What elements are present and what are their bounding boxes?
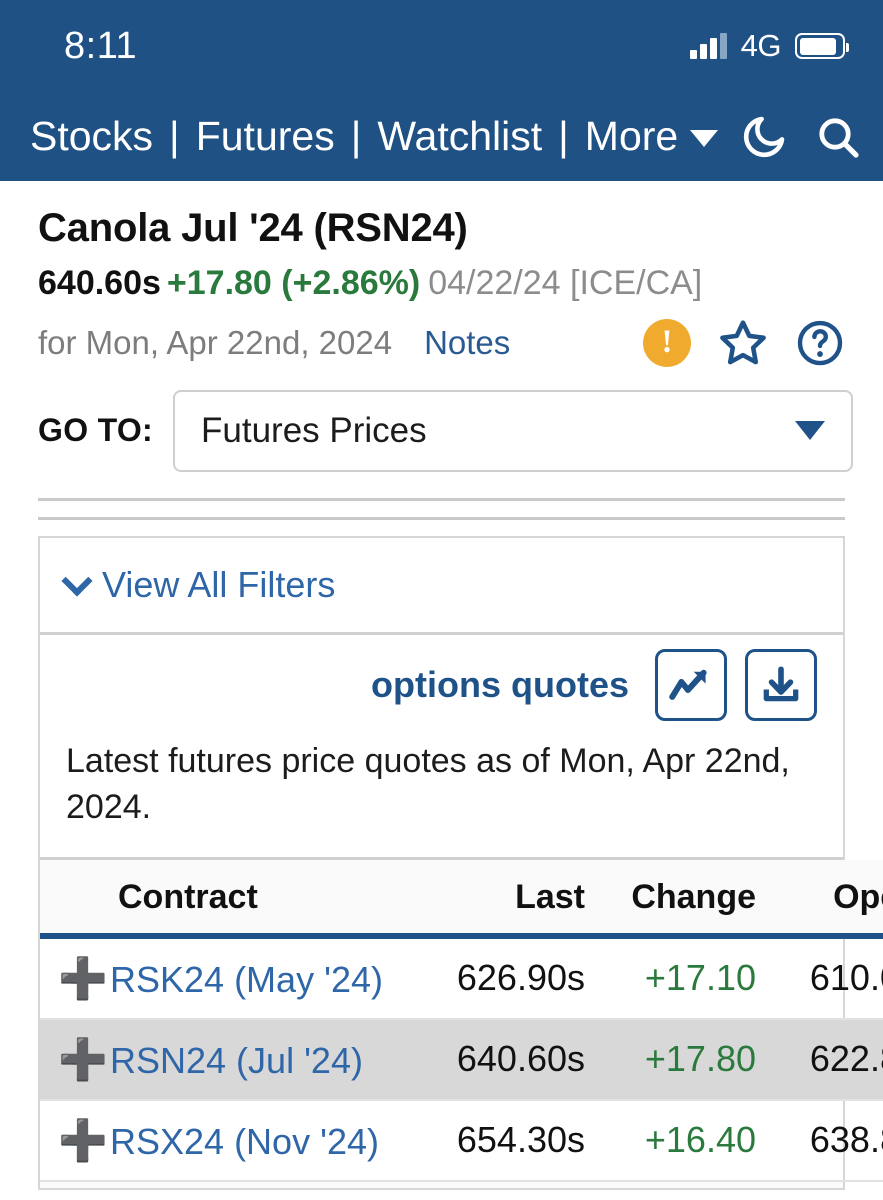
star-outline-icon[interactable] <box>717 317 769 369</box>
quotes-panel: View All Filters options quotes Latest f… <box>38 535 883 1182</box>
nav-item-stocks[interactable]: Stocks <box>30 113 153 160</box>
status-indicators: 4G <box>689 28 849 64</box>
goto-label: GO TO: <box>38 412 153 449</box>
download-icon <box>760 664 802 706</box>
quote-change: +17.80 (+2.86%) <box>166 264 421 302</box>
chevron-down-icon <box>61 565 93 597</box>
cell-open: 622.80 <box>760 1018 883 1101</box>
cell-open: 610.00 <box>760 935 883 1020</box>
cell-change: +17.80 <box>585 1018 760 1101</box>
column-header-contract[interactable]: Contract <box>40 859 410 939</box>
network-type-label: 4G <box>740 28 782 63</box>
status-bar: 8:11 4G <box>0 0 883 92</box>
cell-contract[interactable]: ➕RSN24 (Jul '24) <box>40 1018 410 1101</box>
cell-contract[interactable]: ➕RSX24 (Nov '24) <box>40 1099 410 1182</box>
futures-quotes-table: Contract Last Change Open ➕RSK24 (May '2… <box>40 859 883 1182</box>
options-quotes-title: options quotes <box>371 663 629 705</box>
quote-for-date: for Mon, Apr 22nd, 2024 <box>38 323 393 361</box>
column-header-last[interactable]: Last <box>410 859 585 939</box>
moon-icon[interactable] <box>740 113 788 161</box>
contract-link[interactable]: RSN24 (Jul '24) <box>110 1040 363 1081</box>
goto-row: GO TO: Futures Prices <box>38 389 853 472</box>
table-row[interactable]: ➕RSN24 (Jul '24) 640.60s +17.80 622.80 <box>40 1018 883 1101</box>
nav-item-watchlist[interactable]: Watchlist <box>377 113 542 160</box>
status-time: 8:11 <box>64 24 138 67</box>
table-row[interactable]: ➕RSK24 (May '24) 626.90s +17.10 610.00 <box>40 935 883 1020</box>
plus-icon[interactable]: ➕ <box>58 1117 110 1164</box>
quote-summary: Canola Jul '24 (RSN24) 640.60s +17.80 (+2… <box>0 181 883 368</box>
chevron-down-icon <box>690 130 719 147</box>
signal-bars-icon <box>689 33 727 59</box>
plus-icon[interactable]: ➕ <box>58 1036 110 1083</box>
plus-icon[interactable]: ➕ <box>58 955 110 1002</box>
nav-separator: | <box>558 113 569 159</box>
quote-price-line: 640.60s +17.80 (+2.86%) 04/22/24 [ICE/CA] <box>38 263 845 304</box>
trend-up-chart-icon <box>668 662 714 708</box>
page-title: Canola Jul '24 (RSN24) <box>38 206 468 250</box>
cell-change: +17.10 <box>585 935 760 1020</box>
table-row[interactable]: ➕RSX24 (Nov '24) 654.30s +16.40 638.80 <box>40 1099 883 1182</box>
section-dividers <box>38 497 845 520</box>
panel-description: Latest futures price quotes as of Mon, A… <box>40 731 843 860</box>
column-header-open[interactable]: Open <box>760 859 883 939</box>
cell-last: 640.60s <box>410 1018 585 1101</box>
cell-open: 638.80 <box>760 1099 883 1182</box>
cell-contract[interactable]: ➕RSK24 (May '24) <box>40 935 410 1020</box>
quote-meta-line: for Mon, Apr 22nd, 2024 Notes ! <box>38 318 845 368</box>
question-circle-icon[interactable] <box>795 318 845 368</box>
nav-separator: | <box>350 113 362 159</box>
nav-item-futures[interactable]: Futures <box>196 113 335 160</box>
nav-separator: | <box>169 113 180 159</box>
search-icon[interactable] <box>814 113 862 161</box>
quote-last-price: 640.60s <box>38 264 161 302</box>
divider-line <box>38 497 845 501</box>
goto-select[interactable]: Futures Prices <box>173 389 853 472</box>
cell-last: 626.90s <box>410 935 585 1020</box>
filters-bar: View All Filters <box>40 538 843 635</box>
nav-more-label[interactable]: More <box>585 113 678 160</box>
panel-bottom-edge <box>38 1181 845 1190</box>
column-header-change[interactable]: Change <box>585 859 760 939</box>
alert-exclamation-icon[interactable]: ! <box>643 318 691 367</box>
nav-item-more[interactable]: More <box>585 113 719 160</box>
divider-line <box>38 516 845 520</box>
notes-link[interactable]: Notes <box>424 324 510 362</box>
quotes-toolbar: options quotes <box>40 635 843 731</box>
download-button[interactable] <box>745 648 817 721</box>
view-all-filters-label: View All Filters <box>102 563 336 605</box>
contract-link[interactable]: RSK24 (May '24) <box>110 959 383 1000</box>
quote-date-exchange: 04/22/24 [ICE/CA] <box>428 264 703 302</box>
battery-icon <box>795 33 849 59</box>
app-header-bar: 8:11 4G Stocks | Futures | Watchlist | M… <box>0 0 883 181</box>
view-all-filters-button[interactable]: View All Filters <box>61 563 336 606</box>
main-navigation: Stocks | Futures | Watchlist | More <box>0 92 883 181</box>
cell-last: 654.30s <box>410 1099 585 1182</box>
contract-link[interactable]: RSX24 (Nov '24) <box>110 1121 379 1162</box>
cell-change: +16.40 <box>585 1099 760 1182</box>
chart-button[interactable] <box>655 648 727 721</box>
chevron-down-icon <box>795 421 825 441</box>
table-header-row: Contract Last Change Open <box>40 859 883 939</box>
goto-selected-value: Futures Prices <box>201 410 427 450</box>
